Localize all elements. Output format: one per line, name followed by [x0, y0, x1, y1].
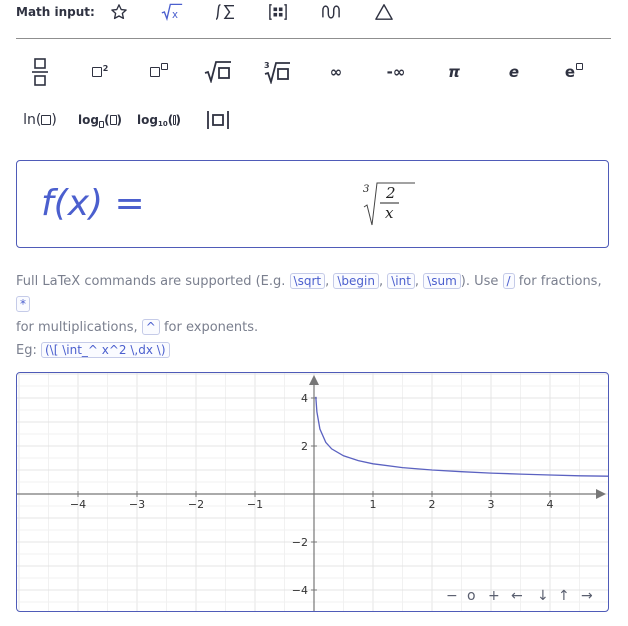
- e-label: e: [508, 63, 520, 81]
- square-key[interactable]: 2: [78, 56, 122, 88]
- e-key[interactable]: e: [492, 56, 536, 88]
- cmd-sum: \sum: [423, 273, 461, 289]
- math-input-toolbar: Math input: x: [16, 0, 611, 24]
- x-tick-label: 4: [547, 498, 554, 511]
- pan-right-button[interactable]: →: [581, 588, 593, 604]
- graph-canvas[interactable]: −4 −3 −2 −1 1 2 3 4 4 2 −2 −4: [17, 373, 609, 612]
- exponent-box: [161, 62, 168, 70]
- matrix-icon[interactable]: [264, 1, 292, 23]
- svg-text:3: 3: [264, 61, 270, 70]
- exponent-box: [576, 62, 584, 70]
- sqrt-x-icon[interactable]: x: [158, 1, 186, 23]
- placeholder-box: [173, 115, 176, 125]
- help-line1-c: for fractions,: [518, 274, 602, 289]
- placeholder-box: [109, 115, 117, 125]
- function-prefix: f(x) =: [41, 183, 145, 224]
- pan-down-button[interactable]: ↓: [537, 588, 549, 604]
- example-label: Eg:: [16, 343, 37, 358]
- infinity-key[interactable]: ∞: [314, 56, 358, 88]
- sqrt-key[interactable]: [196, 56, 240, 88]
- base-box: [98, 120, 105, 128]
- neg-infinity-label: -∞: [386, 63, 406, 81]
- help-line1-a: Full LaTeX commands are supported (E.g.: [16, 274, 286, 289]
- math-input-field[interactable]: f(x) = 3 2 x: [16, 160, 609, 248]
- e-power-key[interactable]: e: [552, 56, 596, 88]
- neg-infinity-key[interactable]: -∞: [374, 56, 418, 88]
- integral-sum-icon[interactable]: [211, 1, 239, 23]
- y-tick-label: 4: [301, 392, 308, 405]
- x-tick-label: −4: [70, 498, 86, 511]
- help-line2-b: for exponents.: [163, 320, 259, 335]
- x-tick-label: −3: [129, 498, 145, 511]
- help-line2-a: for multiplications,: [16, 320, 138, 335]
- help-text: Full LaTeX commands are supported (E.g. …: [16, 273, 602, 358]
- log10-subscript: 10: [157, 120, 168, 128]
- pan-left-button[interactable]: ←: [511, 588, 523, 604]
- placeholder-box: [91, 67, 102, 77]
- cube-root-key[interactable]: 3: [255, 56, 299, 88]
- power-key[interactable]: [137, 56, 181, 88]
- zoom-in-button[interactable]: +: [488, 588, 500, 604]
- y-tick-label: 2: [301, 440, 308, 453]
- infinity-label: ∞: [329, 63, 343, 81]
- cmd-sqrt: \sqrt: [289, 273, 326, 289]
- cube-root-expression: 3 2 x: [363, 181, 423, 231]
- pi-label: π: [448, 63, 460, 81]
- zoom-out-button[interactable]: −: [446, 588, 458, 604]
- triangle-icon[interactable]: [370, 1, 398, 23]
- y-tick-label: −4: [292, 584, 308, 597]
- y-tick-label: −2: [292, 536, 308, 549]
- placeholder-box: [150, 67, 160, 77]
- caret-hint: ^: [141, 319, 160, 335]
- example-code: (\[ \int_^ x^2 \,dx \): [41, 342, 170, 358]
- help-line1-b: ). Use: [460, 274, 499, 289]
- reset-view-button[interactable]: o: [467, 588, 476, 604]
- function-graph[interactable]: −4 −3 −2 −1 1 2 3 4 4 2 −2 −4: [16, 372, 609, 612]
- pan-up-button[interactable]: ↑: [558, 588, 570, 604]
- log-base-key[interactable]: log(): [78, 104, 122, 136]
- abs-key[interactable]: [196, 104, 240, 136]
- x-axis-arrow: [596, 489, 606, 499]
- e-power-label: e: [564, 63, 576, 81]
- x-tick-label: −2: [188, 498, 204, 511]
- x-tick-label: −1: [247, 498, 263, 511]
- log-label: log: [78, 113, 99, 127]
- placeholder-box: [41, 115, 52, 125]
- fraction-key[interactable]: [18, 56, 62, 88]
- ln-key[interactable]: ln(): [18, 104, 62, 136]
- x-tick-label: 2: [429, 498, 436, 511]
- slash-hint: /: [502, 273, 515, 289]
- cmd-int: \int: [387, 273, 415, 289]
- root-index: 3: [363, 184, 369, 195]
- wave-icon[interactable]: [317, 1, 345, 23]
- star-icon[interactable]: [105, 1, 133, 23]
- denominator: x: [385, 204, 394, 222]
- x-tick-label: 1: [370, 498, 377, 511]
- log10-key[interactable]: log 10(): [137, 104, 181, 136]
- function-curve: [315, 396, 608, 477]
- x-tick-label: 3: [488, 498, 495, 511]
- y-axis-arrow: [309, 375, 319, 385]
- ln-label: ln: [23, 112, 36, 128]
- pi-key[interactable]: π: [432, 56, 476, 88]
- toolbar-divider: [16, 38, 611, 39]
- cmd-begin: \begin: [333, 273, 379, 289]
- svg-text:x: x: [172, 10, 178, 21]
- star-hint: *: [16, 296, 30, 312]
- log10-label: log: [137, 113, 158, 127]
- numerator: 2: [385, 184, 396, 202]
- math-input-label: Math input:: [16, 5, 95, 19]
